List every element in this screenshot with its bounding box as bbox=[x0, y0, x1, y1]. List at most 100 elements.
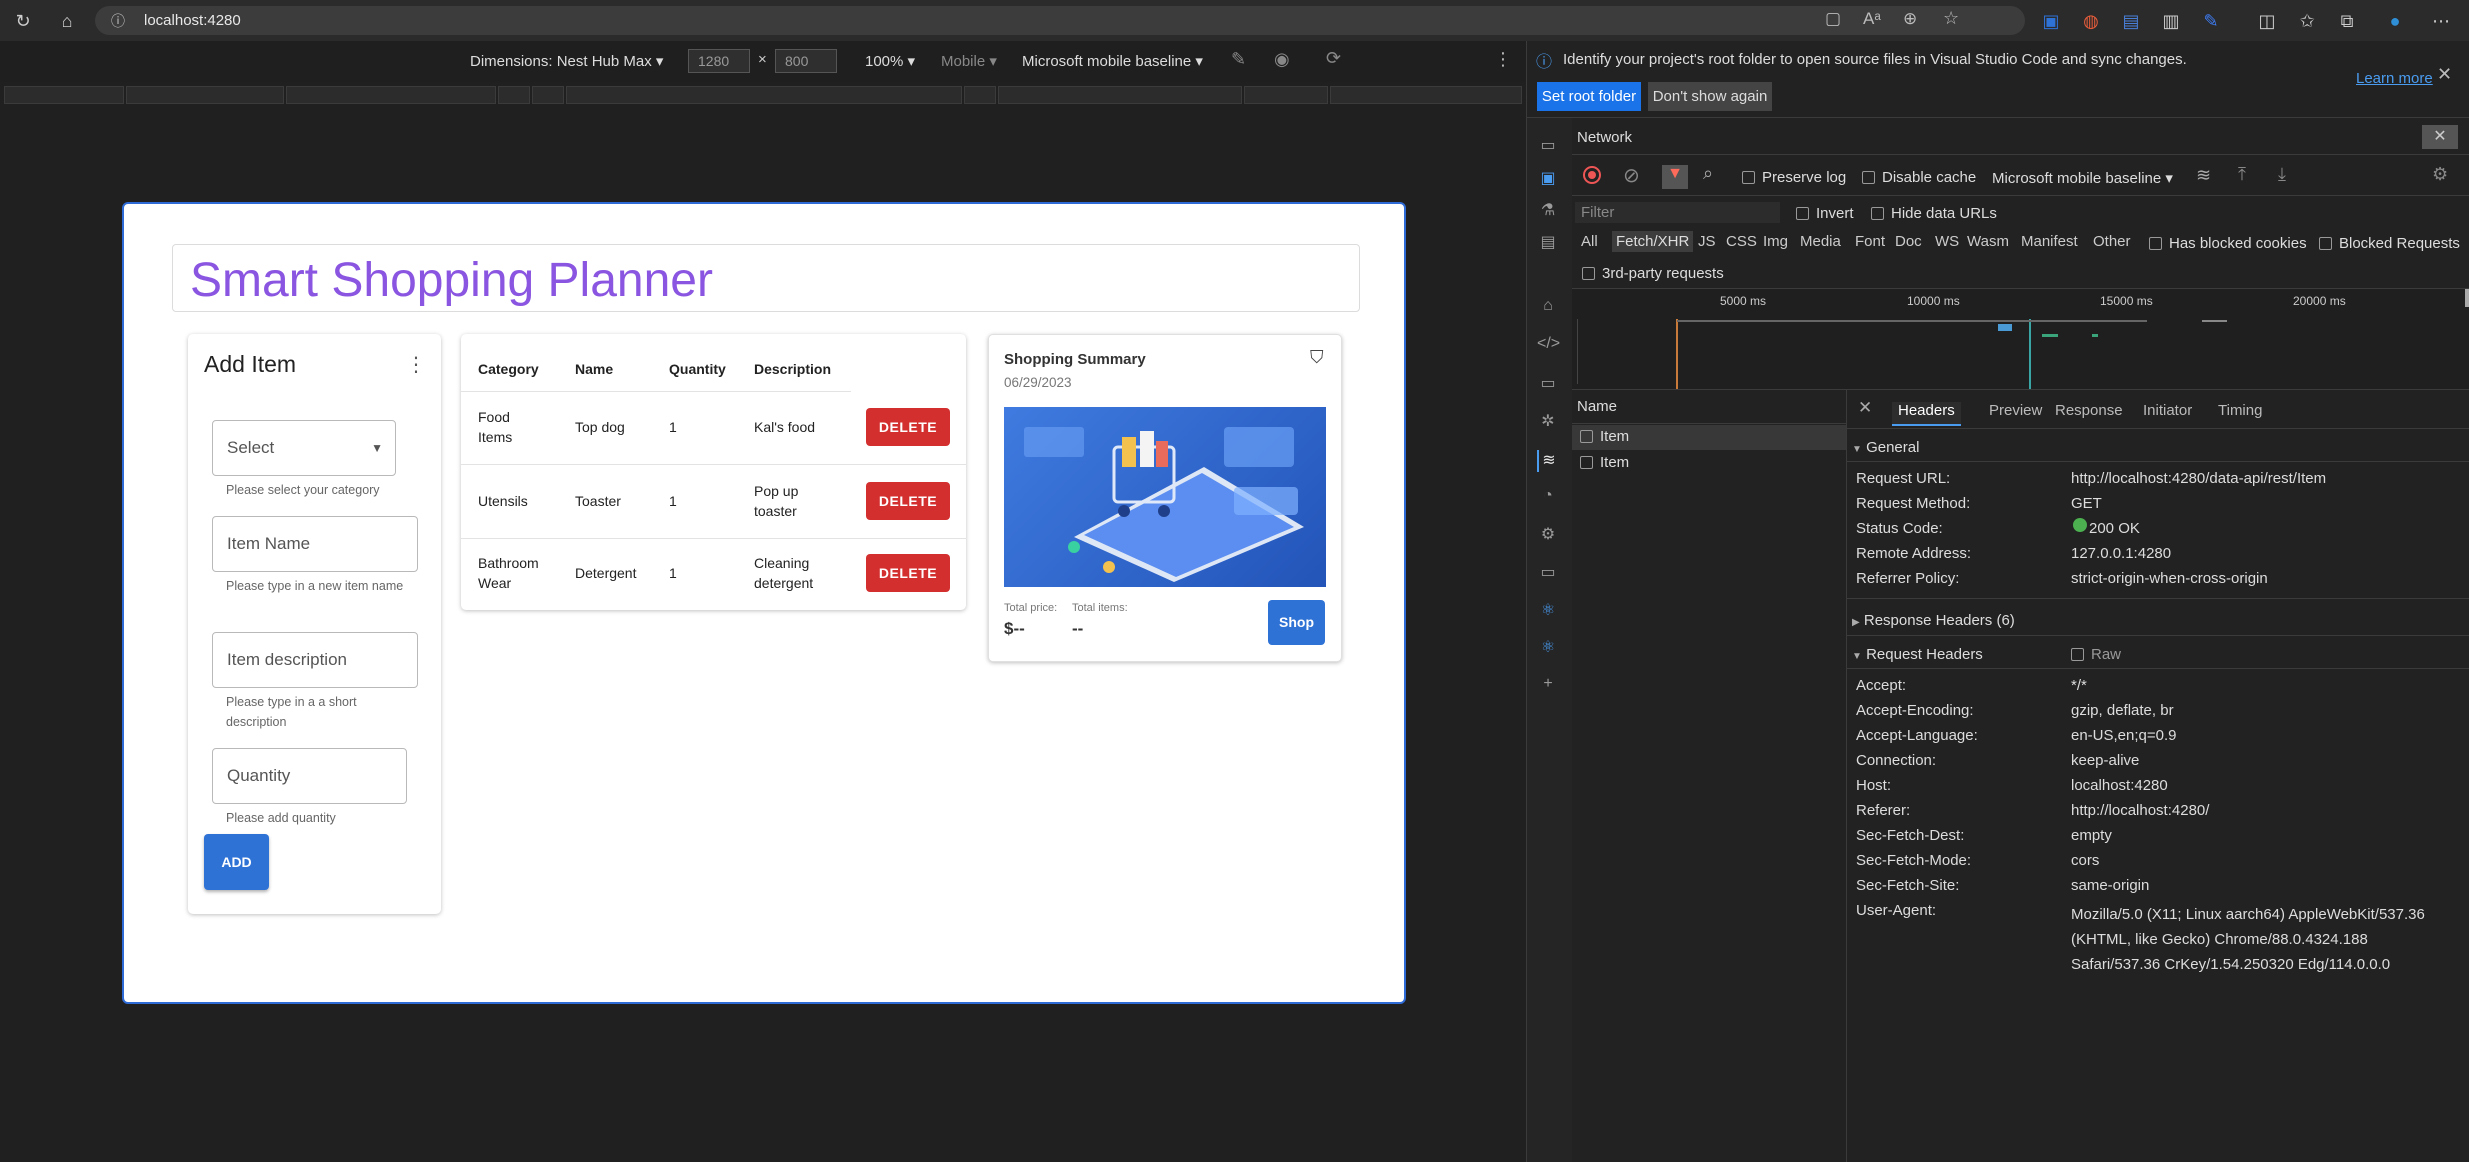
favorite-icon[interactable]: ☆ bbox=[1943, 8, 1959, 29]
delete-button[interactable]: DELETE bbox=[866, 482, 950, 520]
bookmark-add-icon[interactable]: ⛉ bbox=[1310, 347, 1324, 368]
type-filter-wasm[interactable]: Wasm bbox=[1967, 233, 2009, 250]
close-icon[interactable]: ✕ bbox=[2437, 64, 2452, 85]
item-name-input[interactable]: Item Name bbox=[212, 516, 418, 572]
learn-more-link[interactable]: Learn more bbox=[2356, 70, 2433, 87]
site-info-icon[interactable]: ⓘ bbox=[111, 11, 125, 31]
type-filter-other[interactable]: Other bbox=[2093, 233, 2131, 250]
dimensions-dropdown[interactable]: Dimensions: Nest Hub Max ▾ bbox=[470, 52, 663, 70]
profile-icon[interactable]: ● bbox=[2384, 10, 2406, 32]
filter-icon[interactable]: ▼ bbox=[1662, 165, 1688, 189]
media-query-bar[interactable] bbox=[1330, 86, 1522, 104]
type-filter-fetch-xhr[interactable]: Fetch/XHR bbox=[1612, 231, 1694, 252]
collections-icon[interactable]: ⧉ bbox=[2336, 10, 2358, 32]
set-root-folder-button[interactable]: Set root folder bbox=[1537, 82, 1641, 111]
type-filter-media[interactable]: Media bbox=[1800, 233, 1841, 250]
delete-button[interactable]: DELETE bbox=[866, 554, 950, 592]
height-input[interactable]: 800 bbox=[775, 49, 837, 73]
clear-icon[interactable]: ⊘ bbox=[1623, 163, 1640, 188]
type-filter-img[interactable]: Img bbox=[1763, 233, 1788, 250]
tab-headers[interactable]: Headers bbox=[1892, 402, 1961, 426]
tab-preview[interactable]: Preview bbox=[1989, 402, 2042, 419]
device-emulation-icon[interactable]: ▣ bbox=[1537, 168, 1559, 190]
record-icon[interactable] bbox=[1583, 166, 1601, 184]
hide-data-urls-checkbox[interactable]: Hide data URLs bbox=[1871, 205, 1997, 222]
memory-icon[interactable]: ⚙ bbox=[1537, 524, 1559, 546]
type-filter-manifest[interactable]: Manifest bbox=[2021, 233, 2078, 250]
request-headers-toggle[interactable]: ▼ Request Headers bbox=[1852, 646, 1983, 663]
device-type-dropdown[interactable]: Mobile ▾ bbox=[941, 52, 997, 70]
raw-checkbox[interactable]: Raw bbox=[2071, 646, 2121, 663]
blocked-requests-checkbox[interactable]: Blocked Requests bbox=[2319, 235, 2460, 252]
add-tool-icon[interactable]: + bbox=[1537, 675, 1559, 697]
third-party-checkbox[interactable]: 3rd-party requests bbox=[1582, 265, 1724, 282]
network-wifi-icon[interactable]: ≋ bbox=[1537, 450, 1559, 472]
screencast-icon[interactable]: ▭ bbox=[1537, 135, 1559, 157]
chrome-icon[interactable]: ◍ bbox=[2080, 10, 2102, 32]
rotate-icon[interactable]: ⟳ bbox=[1326, 48, 1341, 69]
add-button[interactable]: ADD bbox=[204, 834, 269, 890]
console-icon[interactable]: ▭ bbox=[1537, 373, 1559, 395]
app-icon[interactable]: ▢ bbox=[1825, 9, 1841, 29]
invert-checkbox[interactable]: Invert bbox=[1796, 205, 1854, 222]
type-filter-font[interactable]: Font bbox=[1855, 233, 1885, 250]
split-screen-icon[interactable]: ◫ bbox=[2256, 10, 2278, 32]
extension-icon[interactable]: ▣ bbox=[2040, 10, 2062, 32]
type-filter-all[interactable]: All bbox=[1581, 233, 1598, 250]
close-detail-icon[interactable]: ✕ bbox=[1858, 398, 1872, 418]
zoom-dropdown[interactable]: 100% ▾ bbox=[865, 52, 915, 70]
type-filter-js[interactable]: JS bbox=[1698, 233, 1716, 250]
delete-button[interactable]: DELETE bbox=[866, 408, 950, 446]
search-icon[interactable]: ⌕ bbox=[1703, 163, 1713, 184]
media-query-bar[interactable] bbox=[1244, 86, 1328, 104]
home-icon[interactable]: ⌂ bbox=[56, 10, 78, 32]
media-query-bar[interactable] bbox=[286, 86, 496, 104]
preserve-log-checkbox[interactable]: Preserve log bbox=[1742, 169, 1846, 186]
response-headers-toggle[interactable]: ▶ Response Headers (6) bbox=[1852, 612, 2015, 629]
item-description-input[interactable]: Item description bbox=[212, 632, 418, 688]
experiments-icon[interactable]: ⚗ bbox=[1537, 200, 1559, 222]
vision-icon[interactable]: ◉ bbox=[1274, 49, 1290, 70]
performance-icon[interactable]: ◔ bbox=[1537, 487, 1559, 509]
filter-input[interactable]: Filter bbox=[1575, 202, 1780, 223]
elements-icon[interactable]: </> bbox=[1537, 335, 1560, 357]
divider[interactable] bbox=[1846, 390, 1847, 1162]
more-vert-icon[interactable]: ⋮ bbox=[406, 352, 426, 377]
media-query-bar[interactable] bbox=[532, 86, 564, 104]
settings-gear-icon[interactable]: ⚙ bbox=[2432, 164, 2448, 185]
extension-icon[interactable]: ▤ bbox=[2120, 10, 2142, 32]
width-input[interactable]: 1280 bbox=[688, 49, 750, 73]
network-throttle-dropdown[interactable]: Microsoft mobile baseline ▾ bbox=[1992, 169, 2173, 187]
home-icon[interactable]: ⌂ bbox=[1537, 297, 1559, 319]
more-icon[interactable]: ⋯ bbox=[2430, 10, 2452, 32]
throttle-dropdown[interactable]: Microsoft mobile baseline ▾ bbox=[1022, 52, 1203, 70]
type-filter-css[interactable]: CSS bbox=[1726, 233, 1757, 250]
timeline-overview[interactable]: 5000 ms 10000 ms 15000 ms 20000 ms bbox=[1572, 289, 2469, 389]
tab-response[interactable]: Response bbox=[2055, 402, 2123, 419]
general-section-toggle[interactable]: ▼ General bbox=[1852, 439, 1919, 456]
close-panel-icon[interactable]: ✕ bbox=[2422, 125, 2458, 149]
media-query-bar[interactable] bbox=[566, 86, 962, 104]
favorites-icon[interactable]: ✩ bbox=[2296, 10, 2318, 32]
type-filter-ws[interactable]: WS bbox=[1935, 233, 1959, 250]
eyedropper-icon[interactable]: ✎ bbox=[1231, 49, 1246, 70]
dont-show-again-button[interactable]: Don't show again bbox=[1648, 82, 1772, 111]
refresh-icon[interactable]: ↻ bbox=[12, 10, 34, 32]
request-row[interactable]: Item bbox=[1572, 451, 1846, 476]
tab-timing[interactable]: Timing bbox=[2218, 402, 2262, 419]
media-query-bar[interactable] bbox=[964, 86, 996, 104]
application-icon[interactable]: ▭ bbox=[1537, 562, 1559, 584]
sources-bug-icon[interactable]: ✲ bbox=[1537, 411, 1559, 433]
shop-button[interactable]: Shop bbox=[1268, 600, 1325, 645]
address-bar[interactable]: ⓘ localhost:4280 ▢ Aᵃ ⊕ ☆ bbox=[95, 6, 2025, 35]
extension-icon[interactable]: ▥ bbox=[2160, 10, 2182, 32]
tab-initiator[interactable]: Initiator bbox=[2143, 402, 2192, 419]
network-conditions-icon[interactable]: ≋ bbox=[2196, 165, 2211, 186]
disable-cache-checkbox[interactable]: Disable cache bbox=[1862, 169, 1976, 186]
media-query-bar[interactable] bbox=[998, 86, 1242, 104]
type-filter-doc[interactable]: Doc bbox=[1895, 233, 1922, 250]
quantity-input[interactable]: Quantity bbox=[212, 748, 407, 804]
media-query-bar[interactable] bbox=[498, 86, 530, 104]
export-har-icon[interactable]: ⤓ bbox=[2278, 164, 2286, 185]
react-profiler-icon[interactable]: ⚛ bbox=[1537, 637, 1559, 659]
